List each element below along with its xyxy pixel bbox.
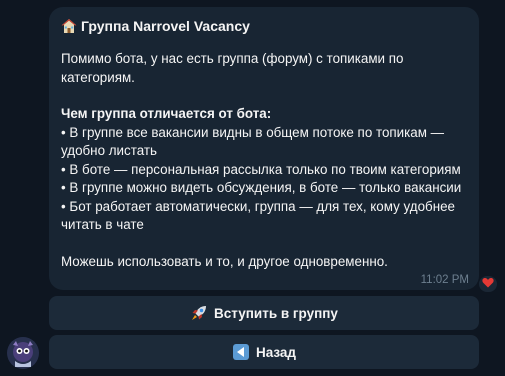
house-icon bbox=[61, 18, 77, 34]
bullet-item: • В боте — персональная рассылка только … bbox=[61, 161, 461, 177]
message-time: 11:02 PM bbox=[420, 274, 469, 286]
avatar[interactable] bbox=[7, 337, 39, 369]
intro-text: Помимо бота, у нас есть группа (форум) с… bbox=[61, 51, 404, 85]
message-title-text: Группа Narrovel Vacancy bbox=[81, 18, 250, 34]
join-group-button[interactable]: Вступить в группу bbox=[49, 296, 479, 330]
message-title: Группа Narrovel Vacancy bbox=[61, 16, 467, 36]
reaction-badge[interactable] bbox=[479, 276, 497, 292]
message-bubble: Группа Narrovel Vacancy Помимо бота, у н… bbox=[49, 7, 479, 290]
bullet-item: • Бот работает автоматически, группа — д… bbox=[61, 198, 455, 233]
diff-heading: Чем группа отличается от бота: bbox=[61, 106, 272, 121]
back-label: Назад bbox=[255, 344, 297, 360]
message-body: Помимо бота, у нас есть группа (форум) с… bbox=[61, 50, 467, 271]
join-group-label: Вступить в группу bbox=[214, 305, 338, 321]
back-button[interactable]: Назад bbox=[49, 335, 479, 369]
heart-icon bbox=[482, 275, 494, 293]
bullet-item: • В группе все вакансии видны в общем по… bbox=[61, 124, 445, 159]
rocket-icon bbox=[190, 304, 208, 322]
left-arrow-icon bbox=[232, 343, 250, 361]
bullet-item: • В группе можно видеть обсуждения, в бо… bbox=[61, 180, 462, 195]
outro-text: Можешь использовать и то, и другое однов… bbox=[61, 253, 388, 269]
